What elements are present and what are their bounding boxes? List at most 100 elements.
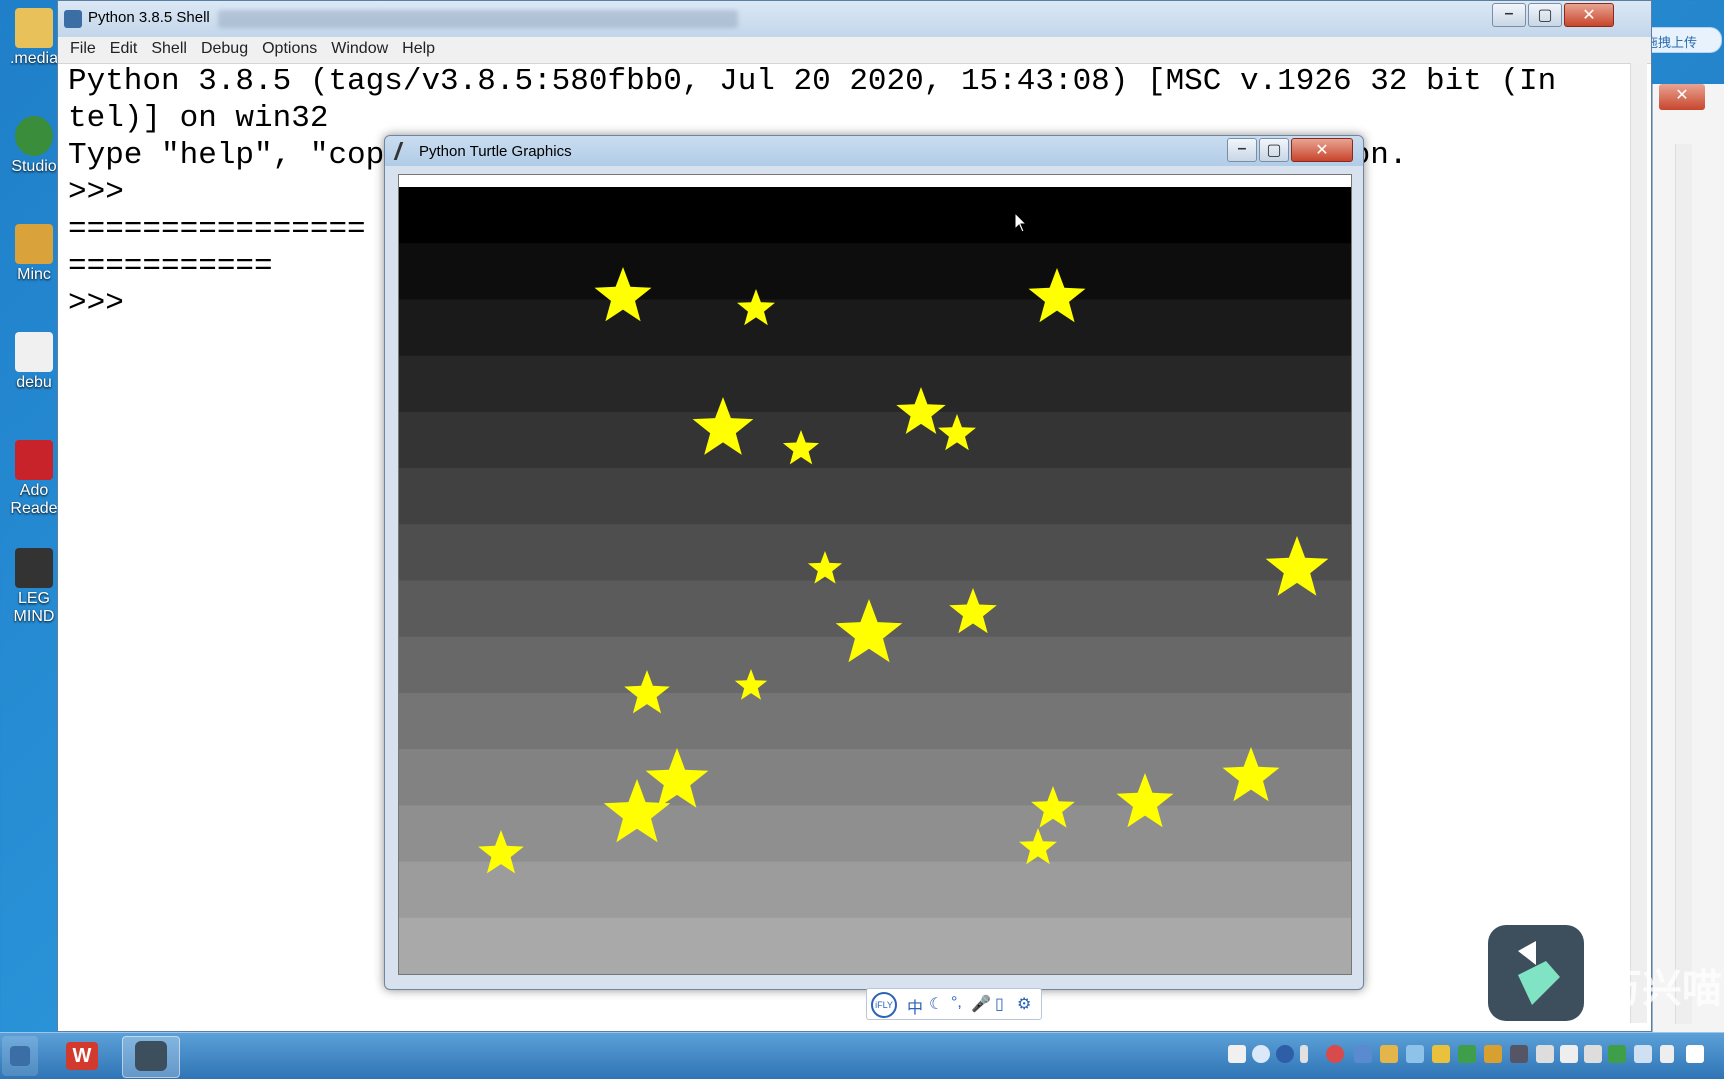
tray-shield-icon[interactable] xyxy=(1432,1045,1450,1063)
close-icon: ✕ xyxy=(1315,142,1329,159)
filmora-badge xyxy=(1488,925,1584,1021)
tray-volume-icon[interactable] xyxy=(1584,1045,1602,1063)
file-icon xyxy=(15,332,53,372)
minimize-icon: – xyxy=(1504,5,1514,22)
background-close-button[interactable]: ✕ xyxy=(1659,84,1705,110)
sky-band xyxy=(399,355,1351,413)
minimize-icon: – xyxy=(1237,140,1247,157)
close-icon: ✕ xyxy=(1675,87,1689,104)
sky-band xyxy=(399,805,1351,863)
desktop-icon-lego-mindstorms[interactable]: LEG MIND xyxy=(8,548,60,626)
wps-icon: W xyxy=(66,1042,98,1070)
tray-usb-icon[interactable] xyxy=(1536,1045,1554,1063)
shell-maximize-button[interactable]: ▢ xyxy=(1528,3,1562,27)
maximize-icon: ▢ xyxy=(1266,142,1282,159)
turtle-maximize-button[interactable]: ▢ xyxy=(1259,138,1289,162)
tray-pdf-icon[interactable] xyxy=(1228,1045,1246,1063)
menu-window[interactable]: Window xyxy=(329,40,390,58)
adobe-reader-icon xyxy=(15,440,53,480)
background-scrollbar[interactable] xyxy=(1675,144,1692,1024)
taskbar-filmora-app[interactable] xyxy=(122,1036,180,1078)
desktop-icon-media[interactable]: .media xyxy=(8,8,60,68)
ime-mic-icon[interactable]: 🎤 xyxy=(971,994,991,1014)
shell-title: Python 3.8.5 Shell xyxy=(88,9,210,26)
shell-minimize-button[interactable]: – xyxy=(1492,3,1526,27)
shell-menubar: File Edit Shell Debug Options Window Help xyxy=(58,37,1651,64)
sky-band xyxy=(399,299,1351,357)
tray-cloud-icon[interactable] xyxy=(1406,1045,1424,1063)
shell-close-button[interactable]: ✕ xyxy=(1564,3,1614,27)
tray-network-icon[interactable] xyxy=(1634,1045,1652,1063)
ime-punctuation-icon[interactable]: °, xyxy=(951,994,962,1012)
menu-shell[interactable]: Shell xyxy=(149,40,189,58)
shell-scrollbar[interactable] xyxy=(1630,63,1647,1023)
sky-band xyxy=(399,243,1351,301)
desktop-icon-label: Studio xyxy=(11,158,57,175)
watermark-text: 万兴喵 xyxy=(1602,967,1722,1011)
upload-label: 拖拽上传 xyxy=(1645,35,1698,50)
menu-help[interactable]: Help xyxy=(400,40,437,58)
tray-small-icon[interactable] xyxy=(1300,1045,1308,1063)
menu-file[interactable]: File xyxy=(68,40,98,58)
desktop-icon-adobe-reader[interactable]: Ado Reade xyxy=(8,440,60,518)
tray-record-icon[interactable] xyxy=(1326,1045,1344,1063)
folder-icon xyxy=(15,8,53,48)
turtle-canvas[interactable] xyxy=(398,174,1352,975)
maximize-icon: ▢ xyxy=(1537,7,1553,24)
menu-debug[interactable]: Debug xyxy=(199,40,250,58)
tray-flag-icon[interactable] xyxy=(1686,1045,1704,1063)
ime-keyboard-icon[interactable]: ▯ xyxy=(995,994,1004,1014)
taskbar-python-app[interactable] xyxy=(2,1036,38,1076)
shell-titlebar[interactable]: Python 3.8.5 Shell – ▢ ✕ xyxy=(58,1,1651,38)
tray-power-icon[interactable] xyxy=(1560,1045,1578,1063)
menu-edit[interactable]: Edit xyxy=(108,40,140,58)
turtle-drawing xyxy=(399,187,1351,974)
close-icon: ✕ xyxy=(1582,7,1596,24)
desktop-icon-label: debu xyxy=(16,374,52,391)
tray-speaker-icon[interactable] xyxy=(1484,1045,1502,1063)
taskbar: W xyxy=(0,1032,1724,1079)
sky-band xyxy=(399,524,1351,582)
desktop-icon-mind[interactable]: Minc xyxy=(8,224,60,284)
sky-band xyxy=(399,411,1351,470)
tray-monitor-icon[interactable] xyxy=(1510,1045,1528,1063)
menu-options[interactable]: Options xyxy=(260,40,319,58)
tray-bluetooth-icon[interactable] xyxy=(1354,1045,1372,1063)
tray-folder-icon[interactable] xyxy=(1380,1045,1398,1063)
desktop-icon-label: Minc xyxy=(17,266,51,283)
mindstorms-icon xyxy=(15,224,53,264)
ime-settings-icon[interactable]: ⚙ xyxy=(1017,994,1031,1014)
desktop-icon-label: .media xyxy=(9,50,59,67)
console-line: tel)] on win32 xyxy=(68,101,329,136)
console-line: Python 3.8.5 (tags/v3.8.5:580fbb0, Jul 2… xyxy=(68,64,1557,99)
tray-signal-icon[interactable] xyxy=(1660,1045,1674,1063)
turtle-title: Python Turtle Graphics xyxy=(419,143,572,160)
filmora-logo-icon xyxy=(1518,941,1560,1005)
tray-app-icon[interactable] xyxy=(1608,1045,1626,1063)
turtle-minimize-button[interactable]: – xyxy=(1227,138,1257,162)
desktop-icon-studio[interactable]: Studio xyxy=(8,116,60,176)
ime-toolbar[interactable]: iFLY 中 ☾ °, 🎤 ▯ ⚙ xyxy=(866,988,1042,1020)
lego-icon xyxy=(15,548,53,588)
turtle-close-button[interactable]: ✕ xyxy=(1291,138,1353,162)
studio-icon xyxy=(15,116,53,156)
tray-nvidia-icon[interactable] xyxy=(1458,1045,1476,1063)
desktop-icon-label: Ado Reade xyxy=(10,482,58,517)
sky-band xyxy=(399,468,1351,526)
sky-band xyxy=(399,692,1351,751)
feather-icon xyxy=(393,142,418,160)
ime-moon-icon[interactable]: ☾ xyxy=(929,994,943,1014)
python-icon xyxy=(10,1046,30,1066)
sky-band xyxy=(399,187,1351,245)
tray-ifly-icon[interactable] xyxy=(1252,1045,1270,1063)
desktop-icon-label: LEG MIND xyxy=(13,590,55,625)
desktop-icon-debug[interactable]: debu xyxy=(8,332,60,392)
python-icon xyxy=(64,10,82,28)
tray-help-icon[interactable] xyxy=(1276,1045,1294,1063)
ifly-logo[interactable]: iFLY xyxy=(871,992,897,1018)
sky-band xyxy=(399,861,1351,919)
ime-chinese-toggle[interactable]: 中 xyxy=(907,994,923,1018)
turtle-titlebar[interactable]: Python Turtle Graphics – ▢ ✕ xyxy=(385,136,1363,166)
mouse-cursor xyxy=(1014,212,1028,233)
taskbar-wps-app[interactable]: W xyxy=(56,1036,108,1076)
